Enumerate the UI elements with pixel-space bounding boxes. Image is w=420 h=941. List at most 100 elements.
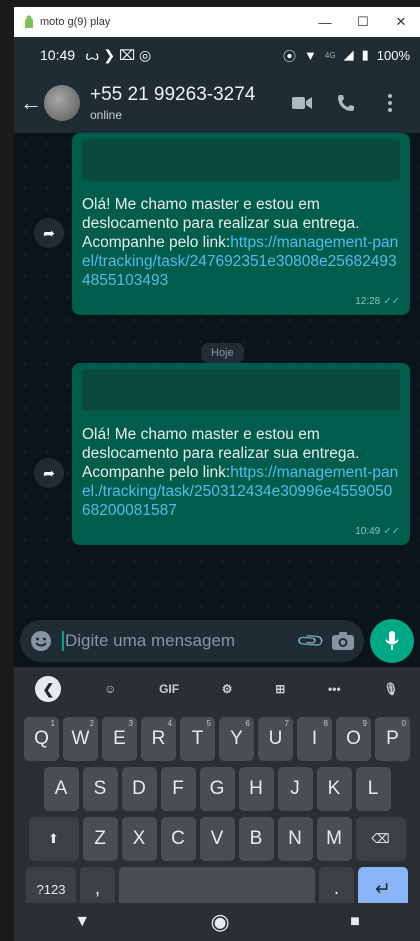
window-title-bar: moto g(9) play — ☐ ✕ xyxy=(14,7,420,37)
emoji-icon[interactable] xyxy=(30,630,52,652)
message-bubble[interactable]: Olá! Me chamo master e estou em deslocam… xyxy=(72,363,410,545)
close-button[interactable]: ✕ xyxy=(382,14,420,30)
key-h[interactable]: H xyxy=(238,767,274,811)
key-s[interactable]: S xyxy=(82,767,118,811)
key-label: Y xyxy=(230,728,243,749)
android-nav-bar: ▼ ◉ ■ xyxy=(14,903,420,941)
battery-level: 100% xyxy=(376,47,410,63)
nav-back-icon[interactable]: ▼ xyxy=(74,913,90,931)
key-f[interactable]: F xyxy=(160,767,196,811)
composer-bar: Digite uma mensagem 📎 xyxy=(14,615,420,667)
gif-button[interactable]: GIF xyxy=(159,682,179,696)
message-placeholder: Digite uma mensagem xyxy=(65,630,236,650)
key-row-3: ⬆ ZXCVBNM ⌫ xyxy=(14,817,420,861)
voice-typing-icon[interactable]: 🎙︎ xyxy=(383,682,398,696)
key-o[interactable]: 9O xyxy=(336,717,371,761)
sticker-icon[interactable]: ☺ xyxy=(104,682,116,696)
key-label: I xyxy=(311,728,318,749)
chat-area[interactable]: ➦ Olá! Me chamo master e estou em desloc… xyxy=(14,133,420,613)
key-c[interactable]: C xyxy=(160,817,196,861)
key-b[interactable]: B xyxy=(238,817,274,861)
key-label: O xyxy=(346,728,361,749)
contact-info[interactable]: +55 21 99263-3274 online xyxy=(90,84,280,122)
collapse-toolbar-icon[interactable]: ❮ xyxy=(35,676,62,702)
contact-name: +55 21 99263-3274 xyxy=(90,84,256,105)
signal-icon: ◢ xyxy=(343,47,354,62)
forward-icon[interactable]: ➦ xyxy=(34,218,64,248)
keyboard: ❮ ☺ GIF ⚙ ⊞ ••• 🎙︎ 1Q2W3E4R5T6Y7U8I9O0P … xyxy=(14,667,420,911)
backspace-key[interactable]: ⌫ xyxy=(355,817,406,861)
key-a[interactable]: A xyxy=(43,767,79,811)
key-q[interactable]: 1Q xyxy=(24,717,59,761)
key-p[interactable]: 0P xyxy=(375,717,410,761)
key-t[interactable]: 5T xyxy=(180,717,215,761)
notification-icons: ꙍ ❯ ⌧ ◎ xyxy=(85,46,152,63)
avatar[interactable] xyxy=(44,85,80,121)
key-k[interactable]: K xyxy=(316,767,352,811)
translate-icon[interactable]: ⊞ xyxy=(275,682,285,696)
camera-icon[interactable] xyxy=(332,632,354,650)
key-u[interactable]: 7U xyxy=(258,717,293,761)
key-v[interactable]: V xyxy=(199,817,235,861)
key-e[interactable]: 3E xyxy=(102,717,137,761)
phone-call-icon[interactable] xyxy=(324,94,368,112)
key-z[interactable]: Z xyxy=(82,817,118,861)
key-label: U xyxy=(268,728,283,749)
attach-icon[interactable]: 📎 xyxy=(295,626,326,657)
message-time: 10:49 xyxy=(355,526,381,537)
more-options-icon[interactable] xyxy=(368,94,412,112)
key-g[interactable]: G xyxy=(199,767,235,811)
key-hint: 7 xyxy=(284,719,289,728)
link-preview[interactable] xyxy=(82,369,400,411)
battery-icon: ▮ xyxy=(361,47,369,62)
minimize-button[interactable]: — xyxy=(306,15,344,30)
key-hint: 6 xyxy=(245,719,250,728)
key-hint: 3 xyxy=(128,719,133,728)
key-label: R xyxy=(151,728,166,749)
maximize-button[interactable]: ☐ xyxy=(344,14,382,30)
key-d[interactable]: D xyxy=(121,767,157,811)
nav-recents-icon[interactable]: ■ xyxy=(350,913,360,931)
message-time: 12:28 xyxy=(355,296,381,307)
video-call-icon[interactable] xyxy=(280,96,324,110)
settings-icon[interactable]: ⚙ xyxy=(222,682,233,696)
forward-icon[interactable]: ➦ xyxy=(34,458,64,488)
android-icon xyxy=(25,15,33,28)
contact-status: online xyxy=(90,108,123,122)
status-time: 10:49 xyxy=(40,47,76,63)
phone-screen: 10:49 ꙍ ❯ ⌧ ◎ ⦿ ▼ 4G ◢ ▮ 100% ← +55 21 9… xyxy=(14,37,420,941)
key-label: Q xyxy=(34,728,49,749)
keyboard-toolbar: ❮ ☺ GIF ⚙ ⊞ ••• 🎙︎ xyxy=(14,667,420,711)
message-bubble[interactable]: Olá! Me chamo master e estou em deslocam… xyxy=(72,133,410,315)
key-hint: 0 xyxy=(401,719,406,728)
key-n[interactable]: N xyxy=(277,817,313,861)
mic-button[interactable] xyxy=(370,619,414,663)
location-icon: ⦿ xyxy=(283,48,297,64)
key-hint: 2 xyxy=(89,719,94,728)
key-x[interactable]: X xyxy=(121,817,157,861)
key-l[interactable]: L xyxy=(355,767,391,811)
key-hint: 5 xyxy=(206,719,211,728)
key-m[interactable]: M xyxy=(316,817,352,861)
read-receipt-icon: ✓✓ xyxy=(383,526,400,537)
key-y[interactable]: 6Y xyxy=(219,717,254,761)
key-hint: 9 xyxy=(362,719,367,728)
message-input[interactable]: Digite uma mensagem 📎 xyxy=(20,620,364,662)
text-cursor xyxy=(62,631,64,652)
key-i[interactable]: 8I xyxy=(297,717,332,761)
shift-key[interactable]: ⬆ xyxy=(28,817,79,861)
key-row-1: 1Q2W3E4R5T6Y7U8I9O0P xyxy=(14,717,420,761)
key-w[interactable]: 2W xyxy=(63,717,98,761)
mic-icon xyxy=(385,631,399,650)
key-j[interactable]: J xyxy=(277,767,313,811)
link-preview[interactable] xyxy=(82,139,400,181)
window-title: moto g(9) play xyxy=(40,16,111,28)
key-hint: 8 xyxy=(323,719,328,728)
more-icon[interactable]: ••• xyxy=(328,682,341,696)
day-divider: Hoje xyxy=(201,343,244,363)
wifi-icon: ▼ xyxy=(304,47,317,63)
back-arrow-icon[interactable]: ← xyxy=(20,90,42,116)
key-r[interactable]: 4R xyxy=(141,717,176,761)
read-receipt-icon: ✓✓ xyxy=(383,296,400,307)
nav-home-icon[interactable]: ◉ xyxy=(210,909,229,935)
